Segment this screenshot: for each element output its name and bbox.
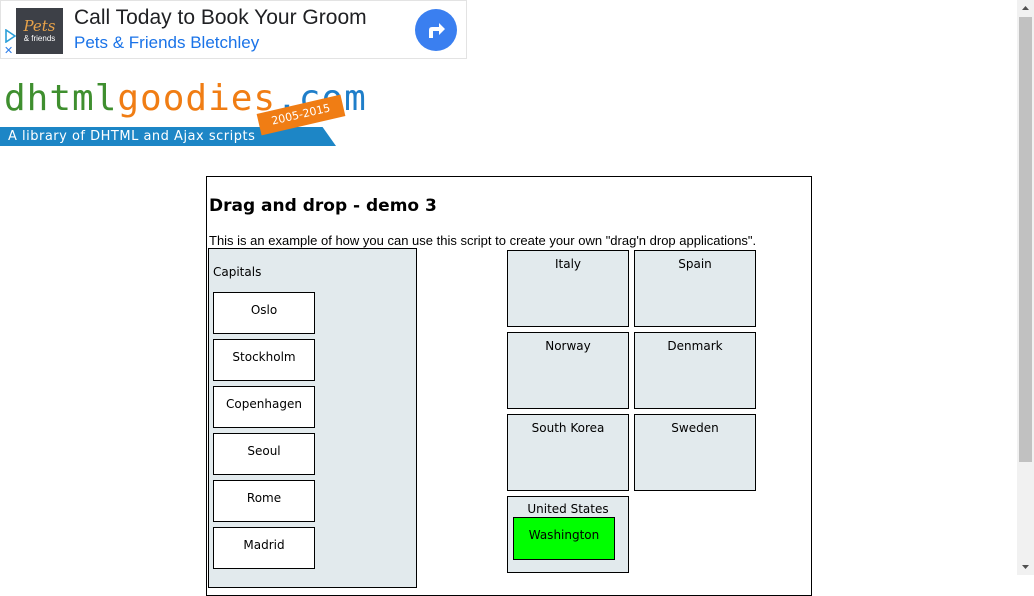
country-box-norway[interactable]: Norway [507,332,629,409]
capital-washington-placed[interactable]: Washington [513,517,615,560]
country-name: Denmark [667,339,723,353]
country-box-denmark[interactable]: Denmark [634,332,756,409]
logo-part-goodies: goodies [117,78,277,119]
adchoices-icon[interactable] [4,29,16,43]
scroll-up-arrow-icon[interactable] [1017,0,1034,17]
ad-logo-line2: & friends [23,33,56,43]
country-box-italy[interactable]: Italy [507,250,629,327]
country-name: Norway [545,339,591,353]
country-name: Italy [554,257,582,271]
page-title: Drag and drop - demo 3 [209,196,437,216]
page-scrollbar[interactable] [1017,0,1034,575]
country-box-spain[interactable]: Spain [634,250,756,327]
country-box-sweden[interactable]: Sweden [634,414,756,491]
country-box-united-states[interactable]: United States Washington [507,496,629,573]
capital-oslo[interactable]: Oslo [213,292,315,334]
capital-rome[interactable]: Rome [213,480,315,522]
logo-part-dhtml: dhtml [4,78,118,119]
logo-tagline: A library of DHTML and Ajax scripts [8,129,256,144]
capital-madrid[interactable]: Madrid [213,527,315,569]
close-icon[interactable]: ✕ [4,45,13,57]
ad-action-button[interactable] [415,9,457,51]
capitals-panel[interactable]: Capitals Oslo Stockholm Copenhagen Seoul… [208,248,417,588]
country-name: Sweden [671,421,719,435]
demo-description: This is an example of how you can use th… [209,233,757,248]
ad-headline[interactable]: Call Today to Book Your Groom [74,6,367,30]
site-logo[interactable]: dhtmlgoodies.com A library of DHTML and … [0,78,366,150]
country-name: Spain [678,257,712,271]
capital-seoul[interactable]: Seoul [213,433,315,475]
ad-banner[interactable]: ✕ Pets & friends Call Today to Book Your… [0,0,467,59]
ad-advertiser-link[interactable]: Pets & Friends Bletchley [74,33,259,53]
capitals-heading: Capitals [213,265,262,279]
ad-logo[interactable]: Pets & friends [16,8,63,54]
capital-stockholm[interactable]: Stockholm [213,339,315,381]
country-box-south-korea[interactable]: South Korea [507,414,629,491]
country-name: United States [527,502,609,516]
ad-logo-line1: Pets [23,16,56,35]
capital-copenhagen[interactable]: Copenhagen [213,386,315,428]
country-name: South Korea [531,421,605,435]
scrollbar-thumb[interactable] [1019,17,1032,462]
directions-arrow-icon [429,23,445,38]
scroll-down-arrow-icon[interactable] [1017,558,1034,575]
